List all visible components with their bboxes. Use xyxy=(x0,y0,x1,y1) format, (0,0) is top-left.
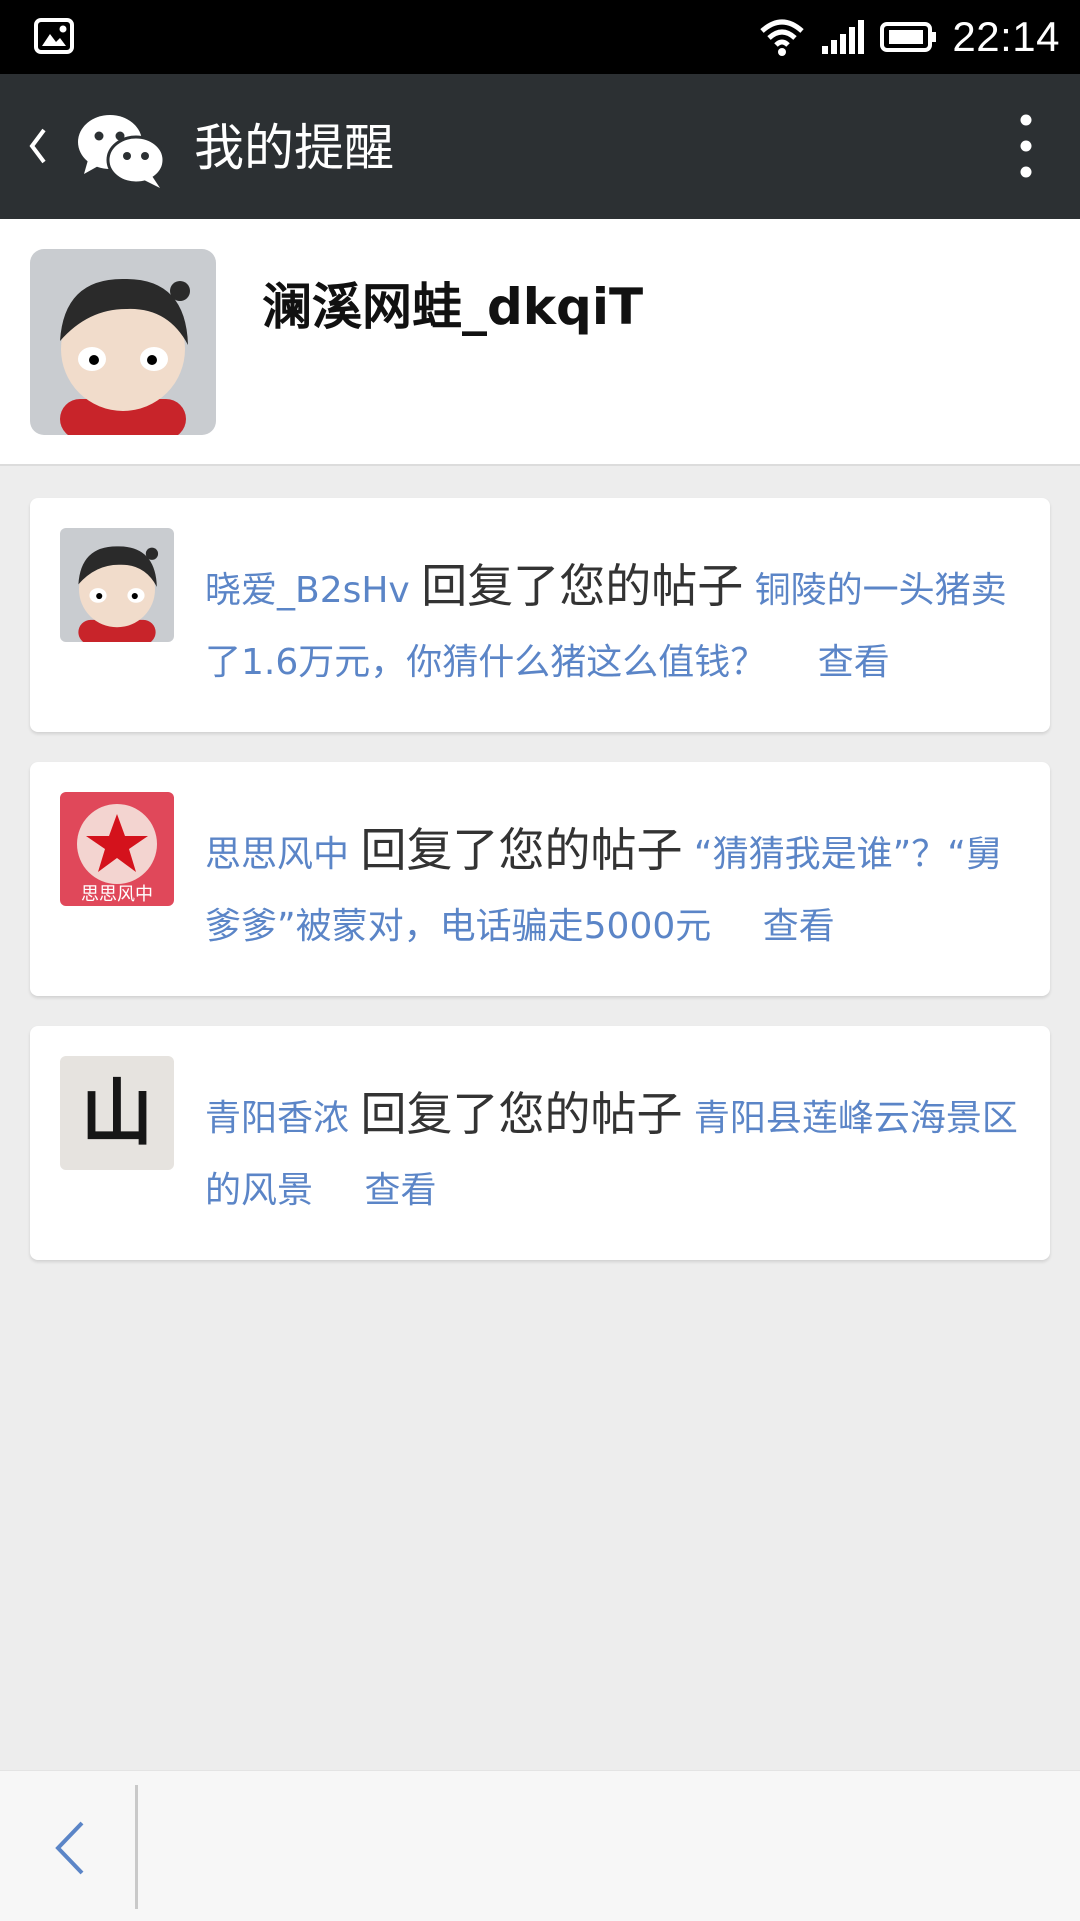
notification-text: 晓爱_B2sHv 回复了您的帖子 铜陵的一头猪卖了1.6万元，你猜什么猪这么值钱… xyxy=(205,550,1025,699)
image-notification-icon xyxy=(34,18,74,54)
view-link[interactable]: 查看 xyxy=(818,642,890,683)
signal-icon xyxy=(822,20,865,54)
profile-avatar[interactable] xyxy=(30,249,216,435)
username-link[interactable]: 思思风中 xyxy=(205,834,349,875)
user-avatar[interactable] xyxy=(60,528,174,642)
clock: 22:14 xyxy=(952,13,1060,60)
profile-header: 澜溪网蛙_dkqiT xyxy=(0,219,1080,466)
bottom-toolbar xyxy=(0,1770,1080,1921)
avatar-glyph-text: 山 xyxy=(81,1070,153,1155)
action-text: 回复了您的帖子 xyxy=(360,1087,683,1141)
action-text: 回复了您的帖子 xyxy=(421,559,744,613)
title-bar: 我的提醒 xyxy=(0,74,1080,219)
user-avatar[interactable]: 思思风中 xyxy=(60,792,174,906)
action-text: 回复了您的帖子 xyxy=(360,823,683,877)
back-chevron-icon[interactable] xyxy=(24,114,56,178)
red-star-avatar-icon: 思思风中 xyxy=(60,792,174,906)
view-link[interactable]: 查看 xyxy=(763,906,835,947)
cartoon-boy-avatar-icon xyxy=(30,249,216,435)
calligraphy-avatar-icon: 山 xyxy=(60,1056,174,1170)
notification-card: 山 青阳香浓 回复了您的帖子 青阳县莲峰云海景区的风景 查看 xyxy=(30,1026,1050,1260)
cartoon-boy-avatar-icon xyxy=(60,528,174,642)
status-bar: 22:14 xyxy=(0,0,1080,74)
toolbar-divider xyxy=(135,1785,138,1909)
back-arrow-icon[interactable] xyxy=(52,1819,88,1877)
user-avatar[interactable]: 山 xyxy=(60,1056,174,1170)
more-vertical-icon[interactable] xyxy=(1014,110,1038,182)
avatar-glyph-text: 思思风中 xyxy=(81,884,153,905)
notification-text: 思思风中 回复了您的帖子 “猜猜我是谁”？“舅爹爹”被蒙对，电话骗走5000元 … xyxy=(205,814,1025,963)
notification-card: 晓爱_B2sHv 回复了您的帖子 铜陵的一头猪卖了1.6万元，你猜什么猪这么值钱… xyxy=(30,498,1050,732)
wifi-icon xyxy=(760,19,805,56)
wechat-logo-icon xyxy=(78,115,166,188)
profile-name: 澜溪网蛙_dkqiT xyxy=(262,278,644,336)
username-link[interactable]: 晓爱_B2sHv xyxy=(205,570,410,611)
notification-card: 思思风中 思思风中 回复了您的帖子 “猜猜我是谁”？“舅爹爹”被蒙对，电话骗走5… xyxy=(30,762,1050,996)
notification-text: 青阳香浓 回复了您的帖子 青阳县莲峰云海景区的风景 查看 xyxy=(205,1078,1025,1227)
username-link[interactable]: 青阳香浓 xyxy=(205,1098,349,1139)
battery-icon xyxy=(880,22,937,52)
view-link[interactable]: 查看 xyxy=(364,1170,436,1211)
page-title: 我的提醒 xyxy=(194,119,394,177)
